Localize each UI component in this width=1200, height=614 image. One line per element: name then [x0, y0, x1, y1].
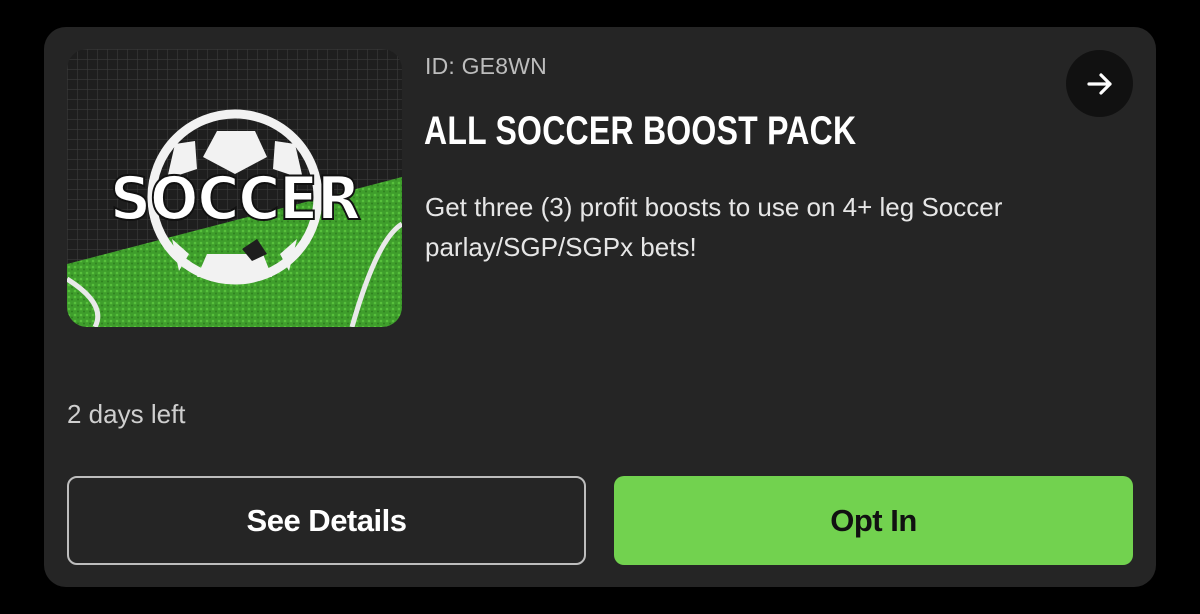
see-details-button[interactable]: See Details	[67, 476, 586, 565]
promo-description: Get three (3) profit boosts to use on 4+…	[425, 192, 1003, 262]
promo-id: ID: GE8WN	[425, 53, 547, 79]
promo-card: SOCCER ID: GE8WN ALL SOCCER BOOST PACK G…	[44, 27, 1156, 587]
open-promo-button[interactable]	[1066, 50, 1133, 117]
opt-in-button[interactable]: Opt In	[614, 476, 1133, 565]
time-left: 2 days left	[67, 399, 186, 429]
soccer-promo-image: SOCCER	[67, 49, 402, 327]
arrow-right-icon	[1086, 72, 1112, 95]
image-soccer-label: SOCCER	[110, 164, 360, 234]
promo-title: ALL SOCCER BOOST PACK	[424, 109, 857, 153]
